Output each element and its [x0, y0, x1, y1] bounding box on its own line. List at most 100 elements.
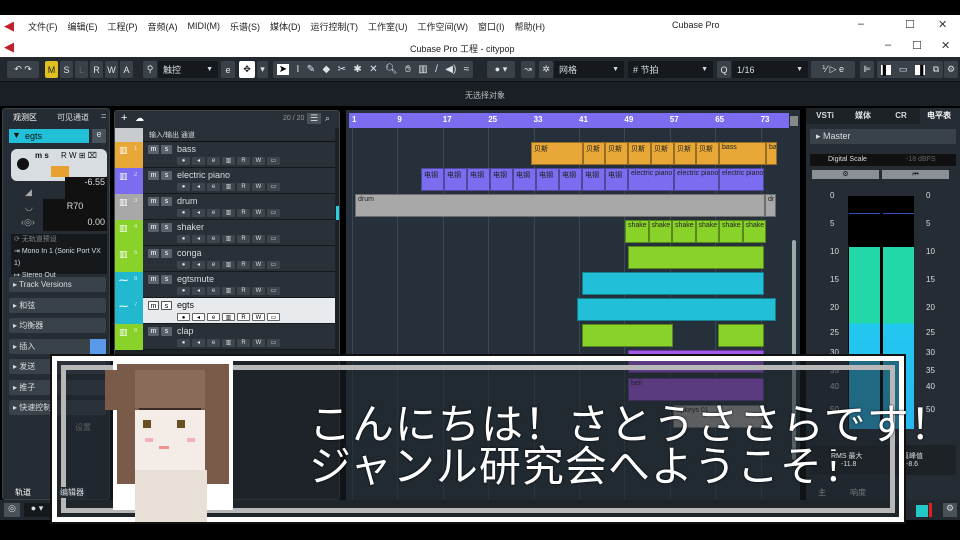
- menu-item-0[interactable]: 文件(F): [28, 20, 58, 33]
- reset-meter-button[interactable]: ⏮: [882, 170, 949, 179]
- comp-tool-icon[interactable]: ▥: [418, 64, 427, 75]
- edit-instrument-icon[interactable]: e: [92, 129, 106, 143]
- electric-piano-clip[interactable]: 电钢: [582, 168, 605, 191]
- right-zone-icon[interactable]: ▐: [914, 64, 926, 75]
- volume-field[interactable]: -6.55: [65, 177, 107, 199]
- read-button[interactable]: R: [237, 339, 250, 347]
- ruler-menu-icon[interactable]: [790, 116, 798, 126]
- record-enable-button[interactable]: [17, 158, 29, 170]
- lanes-button[interactable]: ▥: [222, 261, 235, 269]
- mute-tool-icon[interactable]: ✕: [369, 64, 377, 75]
- more-button[interactable]: ▭: [267, 339, 280, 347]
- shaker-clip[interactable]: shake: [742, 220, 766, 243]
- record-mode-select[interactable]: ● ▾: [24, 503, 50, 517]
- quantize-icon[interactable]: Q: [717, 61, 731, 78]
- track-row[interactable]: ▥ 1 m s bass ● ◂ e ▥ R W ▭: [115, 142, 335, 168]
- electric-piano-clip[interactable]: 电钢: [605, 168, 628, 191]
- lanes-button[interactable]: ▥: [222, 209, 235, 217]
- maximize-button[interactable]: ☐: [905, 18, 915, 31]
- master-header[interactable]: ▸ Master: [810, 129, 956, 144]
- edit-button[interactable]: e: [207, 183, 220, 191]
- electric-piano-clip[interactable]: 电钢: [421, 168, 444, 191]
- electric-piano-clip[interactable]: 电钢: [490, 168, 513, 191]
- hand-tool-icon[interactable]: ✋︎: [405, 64, 411, 75]
- project-minimize-button[interactable]: –: [885, 39, 891, 51]
- bass-clip[interactable]: 贝斯: [583, 142, 605, 165]
- folder-track[interactable]: 输入/输出 通道: [115, 128, 335, 142]
- snap-type-select[interactable]: 网格: [554, 61, 624, 78]
- more-button[interactable]: ▭: [267, 287, 280, 295]
- monitor-button[interactable]: ◂: [192, 261, 205, 269]
- more-button[interactable]: ▭: [267, 209, 280, 217]
- solo-button[interactable]: s: [161, 275, 172, 284]
- record-button[interactable]: ●: [177, 339, 190, 347]
- menu-item-4[interactable]: MIDI(M): [188, 21, 221, 31]
- track-row[interactable]: ▥ 5 m s conga ● ◂ e ▥ R W ▭: [115, 246, 335, 272]
- electric-piano-clip[interactable]: 电钢: [467, 168, 490, 191]
- record-button[interactable]: ●: [177, 261, 190, 269]
- electric-piano-clip[interactable]: 电钢: [559, 168, 582, 191]
- menu-item-6[interactable]: 媒体(D): [270, 20, 301, 33]
- track-row[interactable]: ▥ 3 m s drum ● ◂ e ▥ R W ▭: [115, 194, 335, 220]
- pointer-tool-icon[interactable]: ➤: [276, 64, 290, 75]
- solo-button[interactable]: s: [161, 301, 172, 310]
- window-layout-buttons[interactable]: ▌ ▭ ▐ ⧉: [877, 61, 943, 78]
- electric-piano-clip[interactable]: 电钢: [536, 168, 559, 191]
- tab-0[interactable]: VSTi: [806, 108, 844, 124]
- lower-zone-icon[interactable]: ▭: [899, 64, 908, 75]
- drum-clip[interactable]: drum: [355, 194, 765, 217]
- snap-icon[interactable]: ✲: [539, 61, 553, 78]
- inspector-section[interactable]: ▸ 和弦: [9, 297, 106, 313]
- write-button[interactable]: W: [252, 261, 265, 269]
- rack-icon[interactable]: ⧉: [933, 64, 939, 75]
- write-button[interactable]: W: [252, 209, 265, 217]
- tab-1[interactable]: 媒体: [844, 108, 882, 124]
- more-button[interactable]: ▭: [267, 157, 280, 165]
- bass-clip[interactable]: 贝斯: [674, 142, 696, 165]
- glue-tool-icon[interactable]: ✱: [353, 64, 361, 75]
- grid-type-select[interactable]: # 节拍: [628, 61, 713, 78]
- mute-button[interactable]: m: [148, 275, 159, 284]
- shaker-clip[interactable]: shake: [625, 220, 649, 243]
- lanes-button[interactable]: ▥: [222, 313, 235, 321]
- mute-solo-buttons[interactable]: m s: [35, 151, 49, 160]
- bass-clip[interactable]: 贝斯: [651, 142, 674, 165]
- mute-button[interactable]: m: [148, 223, 159, 232]
- menu-item-7[interactable]: 运行控制(T): [311, 20, 359, 33]
- track-row[interactable]: ⁓ 7 m s egts ● ◂ e ▥ R W ▭: [115, 298, 335, 324]
- shaker-clip[interactable]: shake: [648, 220, 672, 243]
- project-close-button[interactable]: ✕: [941, 39, 950, 52]
- lanes-button[interactable]: ▥: [222, 157, 235, 165]
- range-tool-icon[interactable]: I: [297, 64, 300, 75]
- mute-button[interactable]: m: [148, 301, 159, 310]
- tab-visibility[interactable]: 可见通道: [57, 112, 89, 123]
- menu-item-3[interactable]: 音频(A): [148, 20, 178, 33]
- more-button[interactable]: ▭: [267, 313, 280, 321]
- automation-icon[interactable]: ⚲: [143, 61, 157, 78]
- menu-item-8[interactable]: 工作室(U): [368, 20, 408, 33]
- monitor-button[interactable]: ◂: [192, 339, 205, 347]
- read-button[interactable]: R: [237, 235, 250, 243]
- more-button[interactable]: ▭: [267, 183, 280, 191]
- drum-clip[interactable]: dr: [765, 194, 776, 217]
- track-row[interactable]: ▥ 2 m s electric piano ● ◂ e ▥ R W ▭: [115, 168, 335, 194]
- activate-icon[interactable]: ◎: [4, 503, 20, 517]
- read-button[interactable]: R: [237, 287, 250, 295]
- color-menu-button[interactable]: ● ▾: [487, 61, 515, 78]
- tool-palette[interactable]: ➤ I ✎ ◆ ✂ ✱ ✕ 🔍︎ ✋︎ ▥ / ◀) ≈: [273, 61, 473, 78]
- solo-button[interactable]: s: [161, 327, 172, 336]
- record-button[interactable]: ●: [177, 183, 190, 191]
- play-tool-icon[interactable]: ◀): [445, 64, 456, 75]
- tab-editor[interactable]: 编辑器: [59, 487, 85, 498]
- write-button[interactable]: W: [252, 287, 265, 295]
- read-button[interactable]: R: [237, 157, 250, 165]
- menu-item-2[interactable]: 工程(P): [108, 20, 138, 33]
- edit-icon[interactable]: e: [221, 61, 235, 78]
- nudge-dropdown[interactable]: ▾: [257, 61, 268, 78]
- tab-inspector[interactable]: 观测区: [13, 112, 37, 123]
- tab-track[interactable]: 轨道: [15, 487, 31, 498]
- inspector-section[interactable]: ▸ 插入: [9, 338, 106, 354]
- mode-button-l[interactable]: L: [75, 61, 88, 78]
- lanes-button[interactable]: ▥: [222, 287, 235, 295]
- menu-item-5[interactable]: 乐谱(S): [230, 20, 260, 33]
